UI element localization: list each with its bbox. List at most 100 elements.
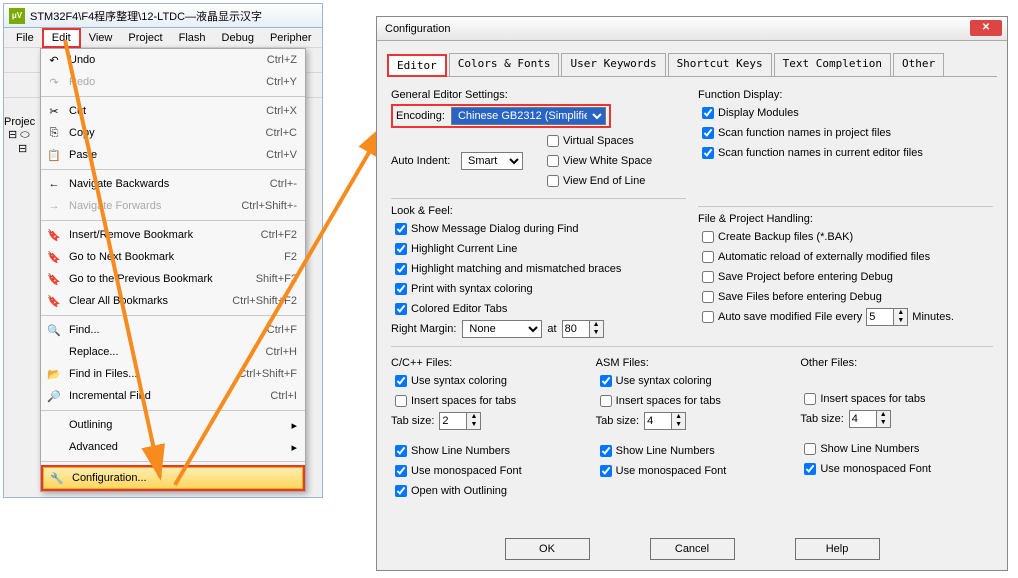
ide-titlebar: μV STM32F4\F4程序整理\12-LTDC—液晶显示汉字 — [4, 4, 322, 28]
dialog-tabs[interactable]: Editor Colors & Fonts User Keywords Shor… — [387, 53, 997, 77]
undo-icon: ↶ — [46, 52, 62, 68]
bookmark-next-icon: 🔖 — [46, 249, 62, 265]
sep — [41, 169, 305, 170]
tab-editor[interactable]: Editor — [387, 54, 447, 77]
menu-bar[interactable]: File Edit View Project Flash Debug Perip… — [4, 28, 322, 48]
sec-general-editor: General Editor Settings: — [391, 89, 686, 101]
cb-o-ist[interactable] — [804, 393, 816, 405]
autoindent-select[interactable]: Smart — [461, 152, 523, 170]
menu-nav-forward[interactable]: →Navigate ForwardsCtrl+Shift+- — [41, 195, 305, 217]
menu-project[interactable]: Project — [120, 30, 170, 46]
menu-find[interactable]: 🔍Find...Ctrl+F — [41, 319, 305, 341]
find-in-files-icon: 📂 — [46, 366, 62, 382]
tab-shortcut-keys[interactable]: Shortcut Keys — [668, 53, 772, 76]
copy-icon: ⎘ — [46, 125, 62, 141]
cb-c-umf[interactable] — [395, 465, 407, 477]
menu-configuration[interactable]: 🔧Configuration... — [43, 467, 303, 489]
cb-fd-scan-proj[interactable] — [702, 127, 714, 139]
menu-insert-bookmark[interactable]: 🔖Insert/Remove BookmarkCtrl+F2 — [41, 224, 305, 246]
tab-other[interactable]: Other — [893, 53, 944, 76]
sep — [41, 220, 305, 221]
tab-text-completion[interactable]: Text Completion — [774, 53, 891, 76]
menu-next-bookmark[interactable]: 🔖Go to Next BookmarkF2 — [41, 246, 305, 268]
cb-c-owo[interactable] — [395, 485, 407, 497]
redo-icon: ↷ — [46, 74, 62, 90]
edit-menu-dropdown[interactable]: ↶UndoCtrl+Z ↷RedoCtrl+Y ✂CutCtrl+X ⎘Copy… — [40, 48, 306, 492]
right-margin-num[interactable] — [562, 320, 590, 338]
menu-prev-bookmark[interactable]: 🔖Go to the Previous BookmarkShift+F2 — [41, 268, 305, 290]
menu-undo[interactable]: ↶UndoCtrl+Z — [41, 49, 305, 71]
encoding-select[interactable]: Chinese GB2312 (Simplified) — [451, 107, 606, 125]
cb-view-eol[interactable] — [547, 175, 559, 187]
paste-icon: 📋 — [46, 147, 62, 163]
menu-peripherals[interactable]: Peripher — [262, 30, 320, 46]
cb-lf-braces[interactable] — [395, 263, 407, 275]
bookmark-clear-icon: 🔖 — [46, 293, 62, 309]
cb-a-ist[interactable] — [600, 395, 612, 407]
cb-c-ist[interactable] — [395, 395, 407, 407]
menu-clear-bookmarks[interactable]: 🔖Clear All BookmarksCtrl+Shift+F2 — [41, 290, 305, 312]
right-margin-select[interactable]: None — [462, 320, 542, 338]
menu-paste[interactable]: 📋PasteCtrl+V — [41, 144, 305, 166]
inc-find-icon: 🔎 — [46, 388, 62, 404]
menu-redo[interactable]: ↷RedoCtrl+Y — [41, 71, 305, 93]
uvision-logo-icon: μV — [9, 8, 25, 24]
menu-copy[interactable]: ⎘CopyCtrl+C — [41, 122, 305, 144]
cb-virtual-spaces[interactable] — [547, 135, 559, 147]
sec-look-feel: Look & Feel: — [391, 205, 686, 217]
menu-incremental-find[interactable]: 🔎Incremental FindCtrl+I — [41, 385, 305, 407]
menu-outlining[interactable]: Outlining — [41, 414, 305, 436]
spinner-icon[interactable]: ▲▼ — [590, 320, 604, 338]
menu-replace[interactable]: Replace...Ctrl+H — [41, 341, 305, 363]
menu-nav-back[interactable]: ←Navigate BackwardsCtrl+- — [41, 173, 305, 195]
menu-view[interactable]: View — [81, 30, 121, 46]
spinner-icon[interactable]: ▲▼ — [467, 412, 481, 430]
dialog-titlebar: Configuration ✕ — [377, 17, 1007, 41]
cb-fd-scan-cur[interactable] — [702, 147, 714, 159]
bookmark-icon: 🔖 — [46, 227, 62, 243]
cb-fd-modules[interactable] — [702, 107, 714, 119]
menu-file[interactable]: File — [8, 30, 42, 46]
cb-lf-print[interactable] — [395, 283, 407, 295]
sec-file-proj: File & Project Handling: — [698, 213, 993, 225]
cb-a-umf[interactable] — [600, 465, 612, 477]
cb-fph-saveproj[interactable] — [702, 271, 714, 283]
cb-lf-hcl[interactable] — [395, 243, 407, 255]
ide-title-text: STM32F4\F4程序整理\12-LTDC—液晶显示汉字 — [30, 8, 262, 24]
cb-a-sln[interactable] — [600, 445, 612, 457]
cb-fph-autosave[interactable] — [702, 311, 714, 323]
menu-flash[interactable]: Flash — [171, 30, 214, 46]
cb-o-sln[interactable] — [804, 443, 816, 455]
cb-fph-reload[interactable] — [702, 251, 714, 263]
spinner-icon[interactable]: ▲▼ — [877, 410, 891, 428]
spinner-icon[interactable]: ▲▼ — [672, 412, 686, 430]
cb-view-whitespace[interactable] — [547, 155, 559, 167]
menu-cut[interactable]: ✂CutCtrl+X — [41, 100, 305, 122]
ok-button[interactable]: OK — [505, 538, 590, 560]
tab-user-keywords[interactable]: User Keywords — [561, 53, 665, 76]
cb-o-umf[interactable] — [804, 463, 816, 475]
cb-c-usc[interactable] — [395, 375, 407, 387]
menu-find-in-files[interactable]: 📂Find in Files...Ctrl+Shift+F — [41, 363, 305, 385]
menu-debug[interactable]: Debug — [214, 30, 262, 46]
tab-colors-fonts[interactable]: Colors & Fonts — [449, 53, 560, 76]
menu-advanced[interactable]: Advanced — [41, 436, 305, 458]
cb-c-sln[interactable] — [395, 445, 407, 457]
menu-edit[interactable]: Edit — [42, 28, 81, 48]
cb-lf-msg[interactable] — [395, 223, 407, 235]
autosave-num[interactable] — [866, 308, 894, 326]
cancel-button[interactable]: Cancel — [650, 538, 735, 560]
cb-lf-tabs[interactable] — [395, 303, 407, 315]
sep — [41, 315, 305, 316]
spinner-icon[interactable]: ▲▼ — [894, 308, 908, 326]
project-panel-label: Projec — [4, 116, 35, 128]
cb-fph-backup[interactable] — [702, 231, 714, 243]
tabsize-c[interactable] — [439, 412, 467, 430]
cb-a-usc[interactable] — [600, 375, 612, 387]
tabsize-asm[interactable] — [644, 412, 672, 430]
help-button[interactable]: Help — [795, 538, 880, 560]
tabsize-other[interactable] — [849, 410, 877, 428]
cb-fph-savefiles[interactable] — [702, 291, 714, 303]
close-button[interactable]: ✕ — [970, 20, 1002, 36]
configuration-dialog: Configuration ✕ Editor Colors & Fonts Us… — [376, 16, 1008, 571]
